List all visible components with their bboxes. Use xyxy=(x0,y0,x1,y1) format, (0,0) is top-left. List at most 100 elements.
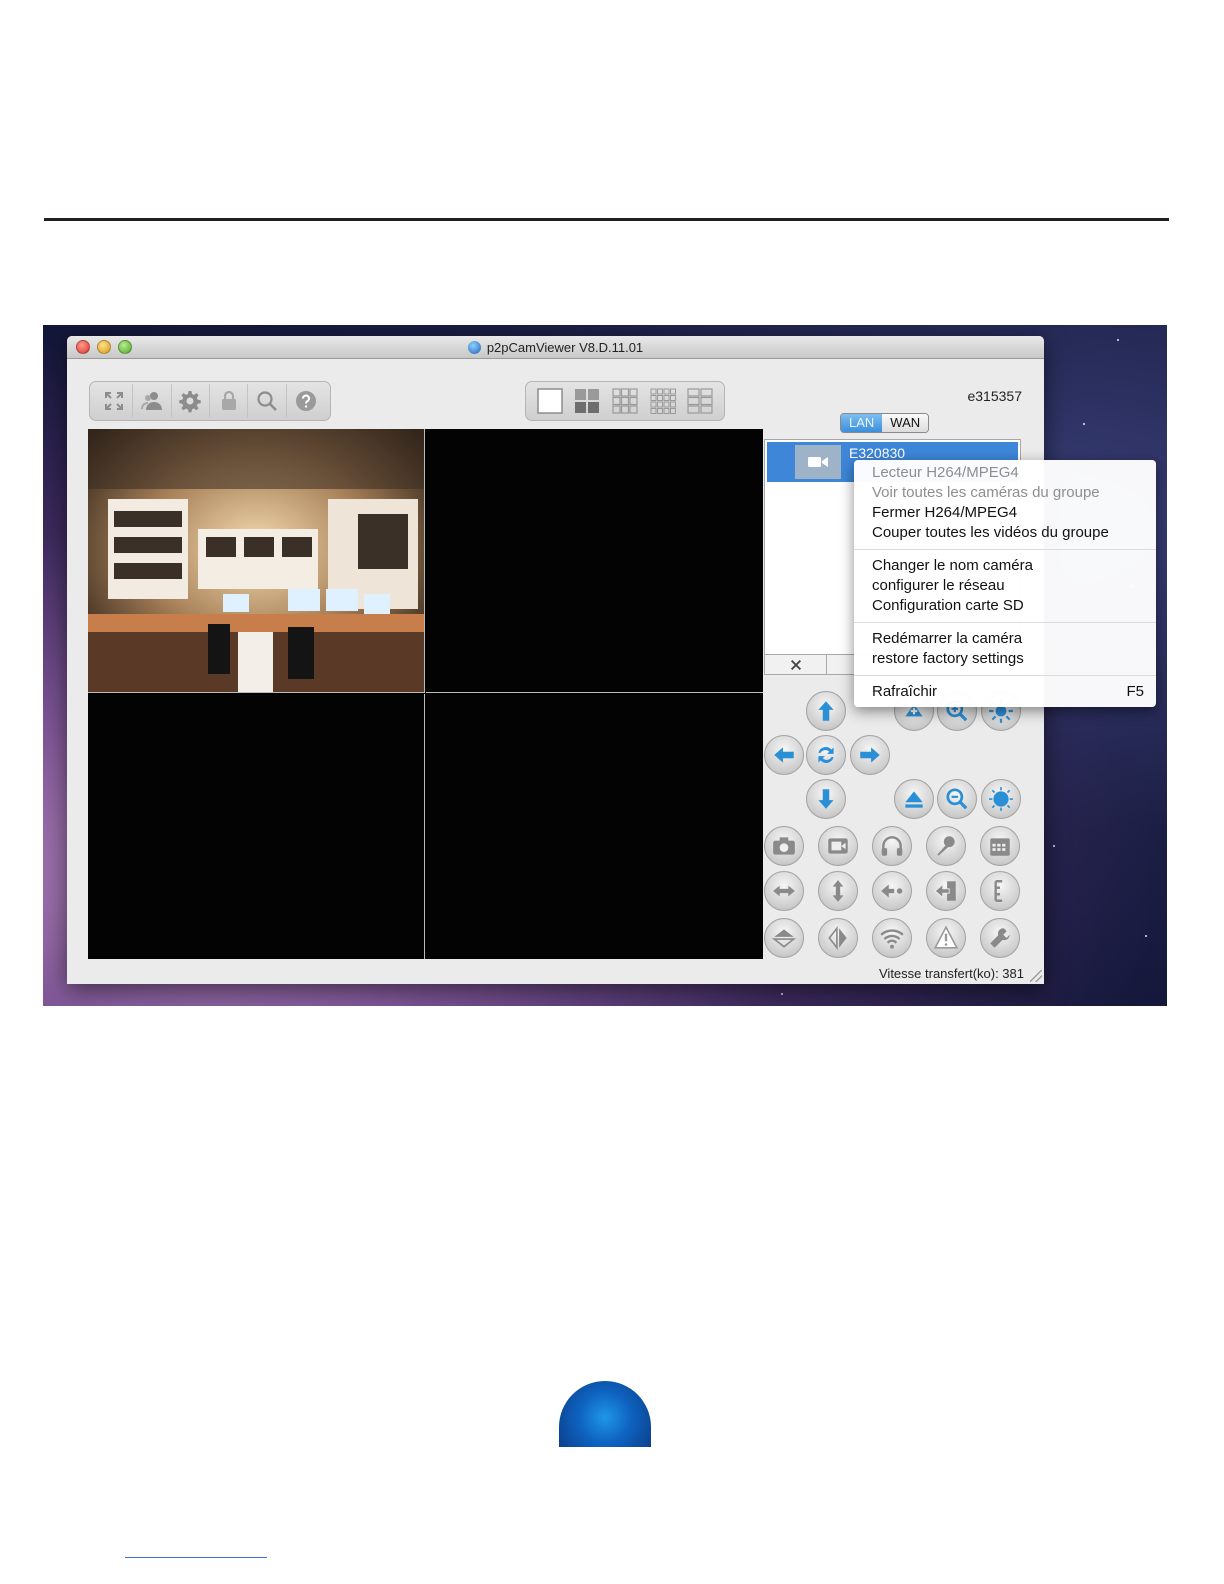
settings-button[interactable] xyxy=(172,384,211,418)
preset-minus-icon xyxy=(905,791,923,808)
microphone-button[interactable] xyxy=(926,826,966,866)
sun-icon xyxy=(989,787,1013,811)
calendar-icon xyxy=(990,838,1010,856)
fullscreen-button[interactable] xyxy=(95,384,134,418)
tilt-up-button[interactable] xyxy=(806,691,846,731)
vertical-patrol-button[interactable] xyxy=(818,871,858,911)
pan-right-button[interactable] xyxy=(850,735,890,775)
main-toolbar xyxy=(89,381,331,421)
menu-item-label: configurer le réseau xyxy=(872,577,1005,594)
users-button[interactable] xyxy=(133,384,172,418)
zoom-out-button[interactable] xyxy=(937,779,977,819)
menu-item-label: Changer le nom caméra xyxy=(872,557,1033,574)
menu-item-close-player[interactable]: Fermer H264/MPEG4 xyxy=(854,503,1156,523)
menu-item-label: Couper toutes les vidéos du groupe xyxy=(872,524,1109,541)
delete-camera-button[interactable] xyxy=(765,655,827,674)
star xyxy=(781,993,783,995)
wifi-icon xyxy=(880,929,904,949)
video-cell-2[interactable] xyxy=(426,429,763,693)
video-cell-1[interactable] xyxy=(88,429,425,693)
tools-button[interactable] xyxy=(980,918,1020,958)
network-switch: LAN WAN xyxy=(840,413,930,433)
go-to-preset-button[interactable] xyxy=(872,871,912,911)
auto-scan-button[interactable] xyxy=(806,735,846,775)
layout-6-button[interactable] xyxy=(681,384,719,418)
menu-item-refresh[interactable]: Rafraîchir F5 xyxy=(854,682,1156,702)
arrow-right-icon xyxy=(860,747,880,763)
lock-button[interactable] xyxy=(210,384,249,418)
zoom-out-icon xyxy=(946,788,968,810)
star xyxy=(1053,845,1055,847)
tab-wan[interactable]: WAN xyxy=(882,414,929,432)
flip-horizontal-icon xyxy=(828,925,847,951)
tab-lan[interactable]: LAN xyxy=(841,414,883,432)
layout-16-icon xyxy=(650,388,676,414)
camera-thumbnail xyxy=(795,445,841,479)
menu-item-rename-camera[interactable]: Changer le nom caméra xyxy=(854,556,1156,576)
schedule-button[interactable] xyxy=(980,826,1020,866)
menu-item-label: Redémarrer la caméra xyxy=(872,630,1023,647)
window-resize-grip[interactable] xyxy=(1030,970,1042,982)
microphone-icon xyxy=(937,836,955,856)
menu-item-label: Lecteur H264/MPEG4 xyxy=(872,464,1019,481)
fullscreen-icon xyxy=(104,392,123,410)
flip-vertical-icon xyxy=(771,929,797,948)
gear-icon xyxy=(179,391,202,413)
arrow-down-icon xyxy=(818,789,834,809)
star xyxy=(1117,339,1119,341)
menu-item-sd-card-config[interactable]: Configuration carte SD xyxy=(854,596,1156,616)
menu-item-configure-network[interactable]: configurer le réseau xyxy=(854,576,1156,596)
star xyxy=(1145,935,1147,937)
menu-separator xyxy=(854,549,1156,550)
video-record-icon xyxy=(828,838,848,854)
menu-item-player[interactable]: Lecteur H264/MPEG4 xyxy=(854,463,1156,483)
menu-item-factory-reset[interactable]: restore factory settings xyxy=(854,649,1156,669)
menu-item-label: Fermer H264/MPEG4 xyxy=(872,504,1018,521)
layout-4-button[interactable] xyxy=(569,384,607,418)
tilt-down-button[interactable] xyxy=(806,779,846,819)
horizontal-patrol-button[interactable] xyxy=(764,871,804,911)
camera-context-menu: Lecteur H264/MPEG4 Voir toutes les camér… xyxy=(854,460,1156,707)
video-cell-3[interactable] xyxy=(88,694,425,959)
preset-call-button[interactable] xyxy=(894,779,934,819)
layout-toolbar xyxy=(525,381,725,421)
desktop-screenshot: p2pCamViewer V8.D.11.01 e315357 LAN WAN … xyxy=(43,325,1167,1006)
blue-dome-logo xyxy=(559,1381,651,1447)
video-camera-icon xyxy=(808,457,828,467)
horizontal-arrows-icon xyxy=(773,885,795,897)
menu-item-restart-camera[interactable]: Redémarrer la caméra xyxy=(854,629,1156,649)
snapshot-button[interactable] xyxy=(764,826,804,866)
wifi-button[interactable] xyxy=(872,918,912,958)
arrow-up-icon xyxy=(818,701,834,721)
audio-listen-button[interactable] xyxy=(872,826,912,866)
menu-item-view-all[interactable]: Voir toutes les caméras du groupe xyxy=(854,483,1156,503)
warning-icon xyxy=(933,925,959,949)
menu-item-stop-all-videos[interactable]: Couper toutes les vidéos du groupe xyxy=(854,523,1156,543)
star xyxy=(1083,423,1085,425)
window-title-text: p2pCamViewer V8.D.11.01 xyxy=(486,340,644,355)
help-button[interactable] xyxy=(287,384,325,418)
log-button[interactable] xyxy=(980,871,1020,911)
close-icon xyxy=(790,659,801,670)
flip-button[interactable] xyxy=(764,918,804,958)
alarm-button[interactable] xyxy=(926,918,966,958)
record-button[interactable] xyxy=(818,826,858,866)
video-cell-4[interactable] xyxy=(426,694,763,959)
pan-left-button[interactable] xyxy=(764,735,804,775)
document-list-icon xyxy=(994,880,1003,902)
search-icon xyxy=(257,391,277,411)
layout-16-button[interactable] xyxy=(644,384,682,418)
search-button[interactable] xyxy=(248,384,287,418)
layout-9-button[interactable] xyxy=(606,384,644,418)
wrench-icon xyxy=(990,928,1010,948)
layout-1-button[interactable] xyxy=(531,384,569,418)
layout-6-icon xyxy=(687,388,713,414)
page-top-rule xyxy=(44,218,1169,221)
brightness-down-button[interactable] xyxy=(981,779,1021,819)
camera-name: E320830 xyxy=(849,445,906,461)
menu-item-shortcut: F5 xyxy=(1126,683,1144,700)
menu-separator xyxy=(854,622,1156,623)
mirror-button[interactable] xyxy=(818,918,858,958)
vertical-arrows-icon xyxy=(832,880,844,902)
io-output-button[interactable] xyxy=(926,871,966,911)
